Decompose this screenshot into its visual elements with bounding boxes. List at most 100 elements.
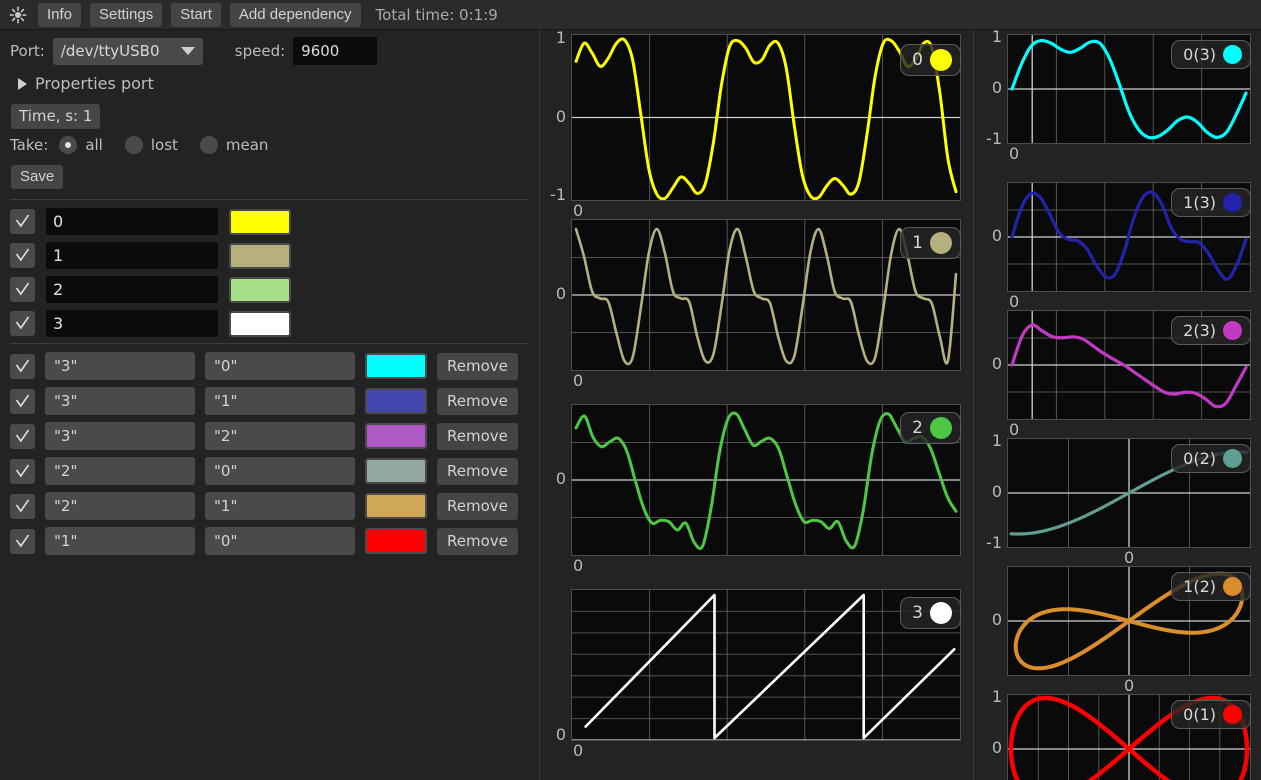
dependency-y-select[interactable]: "3" — [45, 352, 195, 380]
x-axis-tick: 0 — [1009, 420, 1020, 439]
plot-legend-badge[interactable]: 0(2) — [1171, 444, 1251, 473]
channel-color-swatch[interactable] — [229, 242, 291, 269]
channel-row — [10, 208, 291, 235]
plot-legend-badge[interactable]: 2 — [900, 412, 961, 444]
add-dependency-button[interactable]: Add dependency — [229, 2, 361, 27]
remove-dependency-button[interactable]: Remove — [437, 387, 518, 415]
remove-dependency-button[interactable]: Remove — [437, 492, 518, 520]
plot-legend-badge[interactable]: 0(1) — [1171, 700, 1251, 729]
start-button[interactable]: Start — [171, 2, 221, 27]
plot-legend-badge[interactable]: 1 — [900, 227, 961, 259]
center-plot-panel: 1 0 -1 0 0 0 0 1 0 0 2 0 0 3 — [541, 30, 974, 780]
plot-legend-label: 0(3) — [1183, 44, 1216, 64]
dependency-enable-checkbox[interactable] — [10, 353, 35, 379]
plot-legend-badge[interactable]: 1(2) — [1171, 572, 1251, 601]
dependency-y-select[interactable]: "2" — [45, 457, 195, 485]
take-radio-all-label: all — [85, 136, 103, 154]
channel-color-swatch[interactable] — [229, 310, 291, 337]
y-axis-tick: 0 — [991, 610, 1002, 629]
dependency-y-value: "3" — [54, 427, 78, 445]
channel-enable-checkbox[interactable] — [10, 209, 35, 234]
remove-dependency-button[interactable]: Remove — [437, 457, 518, 485]
settings-button[interactable]: Settings — [90, 2, 163, 27]
radio-circle-icon — [199, 136, 218, 154]
dependency-color-swatch[interactable] — [365, 458, 427, 484]
channel-name-input[interactable] — [46, 208, 218, 235]
channel-name-input[interactable] — [46, 310, 218, 337]
app-window: Info Settings Start Add dependency Total… — [0, 0, 1261, 780]
sun-icon[interactable] — [9, 6, 29, 24]
dependency-color-swatch[interactable] — [365, 493, 427, 519]
y-axis-tick: 0 — [555, 284, 566, 303]
plot-legend-label: 0(2) — [1183, 448, 1216, 468]
dependency-y-select[interactable]: "3" — [45, 422, 195, 450]
dependency-enable-checkbox[interactable] — [10, 528, 35, 554]
dependency-color-swatch[interactable] — [365, 388, 427, 414]
dependency-x-select[interactable]: "0" — [205, 457, 355, 485]
dependency-y-select[interactable]: "1" — [45, 527, 195, 555]
channel-name-input[interactable] — [46, 242, 218, 269]
channel-enable-checkbox[interactable] — [10, 311, 35, 336]
dependency-enable-checkbox[interactable] — [10, 493, 35, 519]
left-settings-panel: Port: /dev/ttyUSB0 speed: Properties por… — [0, 30, 540, 780]
remove-dependency-button[interactable]: Remove — [437, 352, 518, 380]
plot-legend-color-dot — [1223, 577, 1242, 596]
info-button[interactable]: Info — [38, 2, 82, 27]
port-select[interactable]: /dev/ttyUSB0 — [52, 37, 203, 65]
properties-port-disclosure[interactable]: Properties port — [18, 74, 154, 93]
dependency-color-swatch[interactable] — [365, 423, 427, 449]
plot-legend-badge[interactable]: 0 — [900, 44, 961, 76]
dependency-y-value: "2" — [54, 497, 78, 515]
dependency-x-select[interactable]: "0" — [205, 352, 355, 380]
dependency-x-value: "2" — [214, 427, 238, 445]
radio-circle-icon — [59, 136, 78, 154]
plot-legend-badge[interactable]: 1(3) — [1171, 188, 1251, 217]
take-radio-mean-label: mean — [225, 136, 269, 154]
channel-color-swatch[interactable] — [229, 208, 291, 235]
speed-input[interactable] — [293, 37, 378, 65]
channel-color-swatch[interactable] — [229, 276, 291, 303]
dependency-y-select[interactable]: "2" — [45, 492, 195, 520]
plot-legend-color-dot — [1223, 705, 1242, 724]
toolbar: Info Settings Start Add dependency Total… — [0, 0, 1261, 30]
plot-legend-badge[interactable]: 3 — [900, 597, 961, 629]
save-button[interactable]: Save — [11, 165, 64, 189]
y-axis-tick: 0 — [555, 725, 566, 745]
dependency-row: "3" "0" Remove — [10, 352, 518, 380]
take-radio-all[interactable]: all — [59, 136, 103, 154]
plot-legend-color-dot — [930, 232, 952, 254]
y-axis-tick: -1 — [986, 532, 1002, 552]
channel-row — [10, 242, 291, 269]
dependency-y-value: "3" — [54, 357, 78, 375]
dependency-x-select[interactable]: "0" — [205, 527, 355, 555]
channel-name-input[interactable] — [46, 276, 218, 303]
y-axis-tick: 0 — [555, 469, 566, 488]
dependency-enable-checkbox[interactable] — [10, 458, 35, 484]
dependency-x-select[interactable]: "1" — [205, 387, 355, 415]
dependency-color-swatch[interactable] — [365, 353, 427, 379]
dependency-list: "3" "0" Remove "3" "1" Remove "3" "2" Remove "2" "… — [10, 352, 518, 562]
x-axis-tick: 0 — [573, 371, 584, 390]
take-row: Take: all lost mean — [10, 136, 290, 154]
dependency-x-select[interactable]: "2" — [205, 422, 355, 450]
plot-legend-badge[interactable]: 2(3) — [1171, 316, 1251, 345]
take-radio-lost[interactable]: lost — [124, 136, 178, 154]
port-select-value: /dev/ttyUSB0 — [60, 42, 160, 60]
time-badge[interactable]: Time, s: 1 — [11, 104, 101, 129]
dependency-enable-checkbox[interactable] — [10, 423, 35, 449]
remove-dependency-button[interactable]: Remove — [437, 422, 518, 450]
channel-enable-checkbox[interactable] — [10, 243, 35, 268]
plot-legend-badge[interactable]: 0(3) — [1171, 40, 1251, 69]
take-radio-mean[interactable]: mean — [199, 136, 269, 154]
dependency-enable-checkbox[interactable] — [10, 388, 35, 414]
take-radio-lost-label: lost — [150, 136, 178, 154]
dependency-color-swatch[interactable] — [365, 528, 427, 554]
channel-enable-checkbox[interactable] — [10, 277, 35, 302]
remove-dependency-button[interactable]: Remove — [437, 527, 518, 555]
y-axis-tick: 0 — [991, 354, 1002, 373]
right-plot-panel: 10-100(3)001(3)002(3)10-100(2)001(2)10-1… — [975, 29, 1261, 780]
properties-port-label: Properties port — [35, 74, 154, 93]
x-axis-tick: 0 — [1009, 144, 1020, 163]
dependency-y-select[interactable]: "3" — [45, 387, 195, 415]
dependency-x-select[interactable]: "1" — [205, 492, 355, 520]
